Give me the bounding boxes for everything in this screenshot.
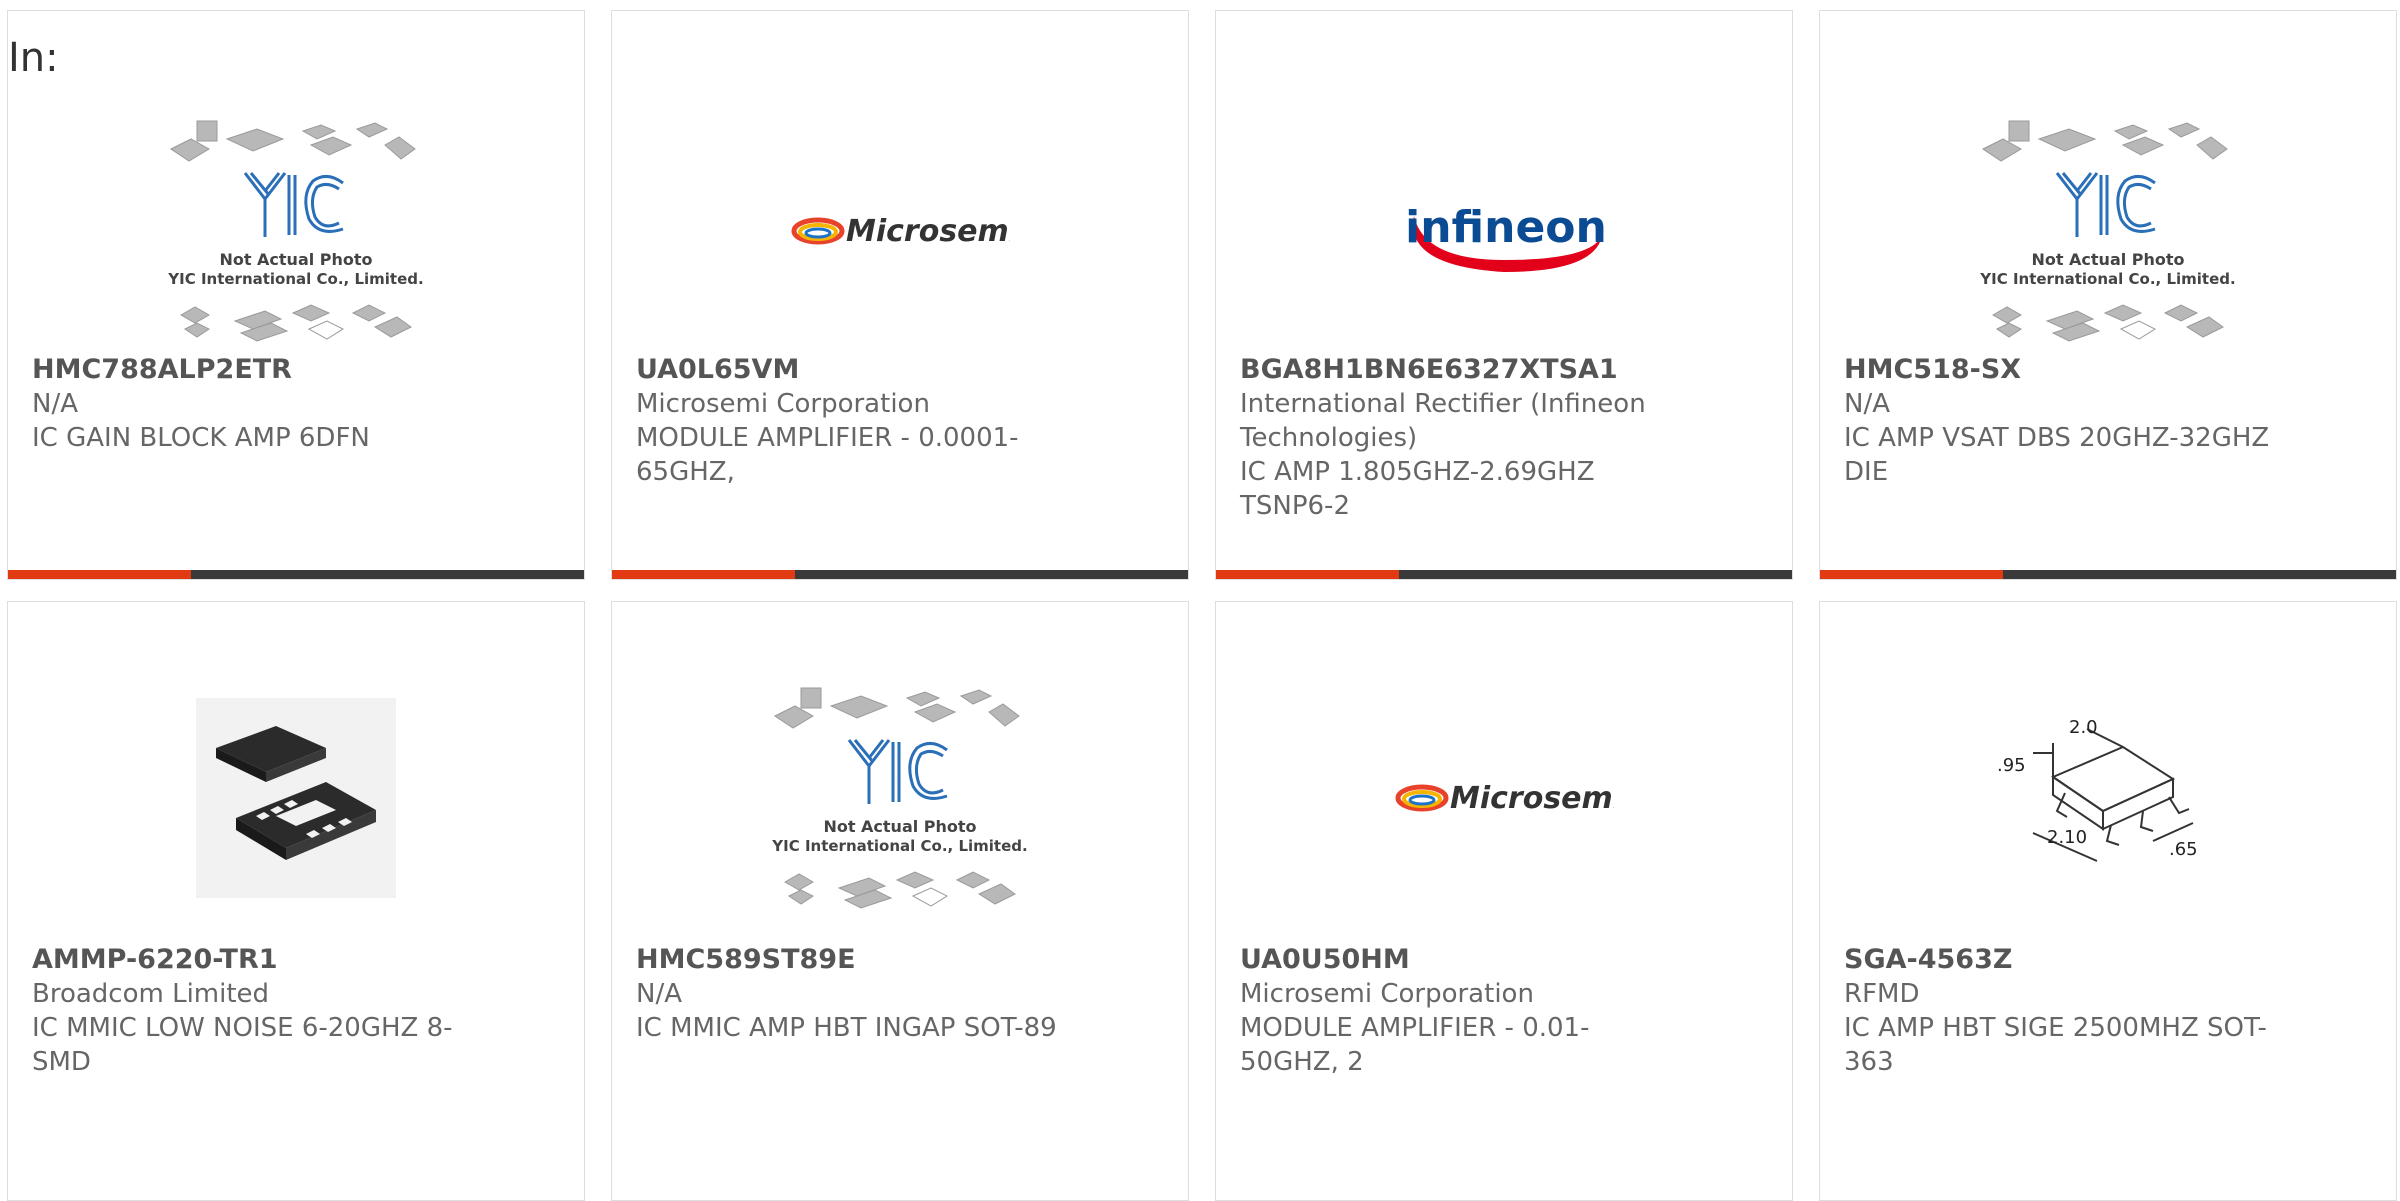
- chip-photo: [196, 698, 396, 898]
- product-image[interactable]: Microsemi: [612, 101, 1188, 361]
- product-description: IC AMP VSAT DBS 20GHZ-32GHZ DIE: [1844, 423, 2270, 487]
- product-manufacturer: N/A: [32, 389, 78, 419]
- product-card[interactable]: Microsemi UA0L65VM Microsemi Corporation…: [611, 10, 1189, 580]
- product-manufacturer: Broadcom Limited: [32, 979, 270, 1009]
- product-part-number[interactable]: HMC788ALP2ETR: [32, 353, 472, 387]
- not-actual-photo-image: Not Actual Photo YIC International Co., …: [1979, 120, 2236, 342]
- product-description: IC GAIN BLOCK AMP 6DFN: [32, 423, 370, 453]
- product-card[interactable]: Not Actual Photo YIC International Co., …: [1819, 10, 2397, 580]
- in-label: In:: [8, 35, 59, 81]
- product-manufacturer: N/A: [636, 979, 682, 1009]
- dim-top: 2.0: [2069, 717, 2098, 738]
- not-actual-photo-image: Not Actual Photo YIC International Co., …: [771, 687, 1028, 909]
- product-card[interactable]: AMMP-6220-TR1 Broadcom Limited IC MMIC L…: [7, 601, 585, 1201]
- product-part-number[interactable]: HMC518-SX: [1844, 353, 2284, 387]
- product-manufacturer: RFMD: [1844, 979, 1920, 1009]
- product-card[interactable]: Microsemi UA0U50HM Microsemi Corporation…: [1215, 601, 1793, 1201]
- infineon-logo-text: infineon: [1405, 202, 1607, 253]
- product-description: MODULE AMPLIFIER - 0.01-50GHZ, 2: [1240, 1013, 1590, 1077]
- placeholder-line1: Not Actual Photo: [2031, 250, 2184, 269]
- product-part-number[interactable]: UA0U50HM: [1240, 943, 1680, 977]
- placeholder-line1: Not Actual Photo: [823, 817, 976, 836]
- card-bottom-bar: [8, 570, 584, 579]
- product-card[interactable]: Not Actual Photo YIC International Co., …: [7, 10, 585, 580]
- package-drawing: 2.0 .95 2.10 .65: [1997, 717, 2198, 862]
- microsemi-logo: Microsemi: [791, 214, 1010, 249]
- microsemi-logo: Microsemi: [1395, 781, 1614, 816]
- product-part-number[interactable]: UA0L65VM: [636, 353, 1076, 387]
- product-description: MODULE AMPLIFIER - 0.0001-65GHZ,: [636, 423, 1019, 487]
- product-description: IC AMP 1.805GHZ-2.69GHZ TSNP6-2: [1240, 457, 1595, 521]
- product-image[interactable]: Not Actual Photo YIC International Co., …: [1820, 101, 2396, 361]
- product-image[interactable]: Not Actual Photo YIC International Co., …: [612, 668, 1188, 928]
- product-card[interactable]: Not Actual Photo YIC International Co., …: [611, 601, 1189, 1201]
- product-manufacturer: International Rectifier (Infineon Techno…: [1240, 389, 1646, 453]
- product-manufacturer: N/A: [1844, 389, 1890, 419]
- placeholder-line1: Not Actual Photo: [219, 250, 372, 269]
- product-manufacturer: Microsemi Corporation: [1240, 979, 1534, 1009]
- product-image[interactable]: infineon: [1216, 101, 1792, 361]
- microsemi-logo-text: Microsemi: [846, 214, 1010, 249]
- product-card[interactable]: 2.0 .95 2.10 .65 SGA-4563Z RFMD IC AMP H…: [1819, 601, 2397, 1201]
- product-image[interactable]: [8, 668, 584, 928]
- product-manufacturer: Microsemi Corporation: [636, 389, 930, 419]
- product-part-number[interactable]: HMC589ST89E: [636, 943, 1076, 977]
- not-actual-photo-image: Not Actual Photo YIC International Co., …: [167, 120, 424, 342]
- product-image[interactable]: 2.0 .95 2.10 .65: [1820, 668, 2396, 928]
- dim-bottom: 2.10: [2047, 827, 2087, 848]
- product-image[interactable]: Not Actual Photo YIC International Co., …: [8, 101, 584, 361]
- placeholder-line2: YIC International Co., Limited.: [771, 837, 1027, 855]
- dim-right: .65: [2169, 839, 2198, 860]
- product-card[interactable]: infineon BGA8H1BN6E6327XTSA1 Internation…: [1215, 10, 1793, 580]
- card-bottom-bar: [612, 570, 1188, 579]
- microsemi-logo-text: Microsemi: [1450, 781, 1614, 816]
- dim-left: .95: [1997, 755, 2026, 776]
- product-image[interactable]: Microsemi: [1216, 668, 1792, 928]
- placeholder-line2: YIC International Co., Limited.: [167, 270, 423, 288]
- product-description: IC MMIC LOW NOISE 6-20GHZ 8-SMD: [32, 1013, 453, 1077]
- product-description: IC AMP HBT SIGE 2500MHZ SOT-363: [1844, 1013, 2267, 1077]
- placeholder-line2: YIC International Co., Limited.: [1979, 270, 2235, 288]
- product-part-number[interactable]: SGA-4563Z: [1844, 943, 2284, 977]
- card-bottom-bar: [1820, 570, 2396, 579]
- product-part-number[interactable]: BGA8H1BN6E6327XTSA1: [1240, 353, 1680, 387]
- product-description: IC MMIC AMP HBT INGAP SOT-89: [636, 1013, 1057, 1043]
- infineon-logo: infineon: [1405, 202, 1607, 272]
- card-bottom-bar: [1216, 570, 1792, 579]
- product-part-number[interactable]: AMMP-6220-TR1: [32, 943, 472, 977]
